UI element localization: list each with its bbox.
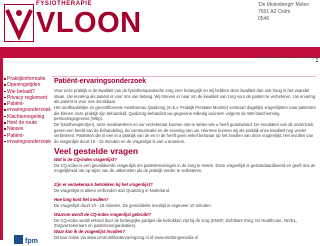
faq-heading: Veel gestelde vragen bbox=[54, 146, 139, 156]
faq-question: Waar kan ik de vragenlijst invullen? bbox=[54, 229, 125, 234]
page-title: Patiënt-ervaringsonderzoek bbox=[54, 78, 147, 85]
vloon-logo-icon bbox=[4, 4, 34, 42]
fpm-logo-text: fpm bbox=[25, 238, 38, 245]
faq-answer: Dit kan online via www.centrumklantervar… bbox=[54, 234, 198, 240]
faq-item: Waar kan ik de vragenlijst invullen? Dit… bbox=[54, 229, 316, 240]
faq-question: Wat is de CQ-index vragenlijst? bbox=[54, 157, 117, 162]
main-content: Patiënt-ervaringsonderzoek Voor onze pra… bbox=[52, 58, 316, 240]
content-divider bbox=[52, 76, 316, 77]
logo-title: VLOON bbox=[36, 7, 142, 39]
intro-paragraph: Voor onze praktijk is de kwaliteit van d… bbox=[54, 88, 316, 105]
faq-question: Waarom wordt de CQ-index vragenlijst geb… bbox=[54, 212, 152, 217]
faq-item: Wat is de CQ-index vragenlijst? De CQ-in… bbox=[54, 157, 316, 174]
sidebar-accent-stripe bbox=[0, 58, 3, 240]
faq-item: Hoe lang kost het invullen? De vragenlij… bbox=[54, 197, 316, 208]
sidebar-item-patient-ervaring-2-cont[interactable]: ervaringsonderzoek bbox=[4, 139, 51, 145]
site-header: FYSIOTHERAPIE VLOON 'De Molenbergh' Mole… bbox=[0, 0, 320, 47]
address-line: 7651 AZ Ootm bbox=[258, 9, 291, 15]
faq-question: Hoe lang kost het invullen? bbox=[54, 197, 109, 202]
faq-answer: De CQ-index is een gevalideerde vragenli… bbox=[54, 162, 316, 174]
address-line: 'De Molenbergh' Molen bbox=[258, 2, 310, 8]
faq-item: Waarom wordt de CQ-index vragenlijst geb… bbox=[54, 212, 316, 229]
practice-address: 'De Molenbergh' Molen 7651 AZ Ootm 0546 bbox=[258, 2, 320, 23]
fpm-partner-logo-icon: fpm bbox=[14, 235, 38, 245]
faq-answer: De CQ-index wordt erkend door de belangr… bbox=[54, 217, 298, 229]
intro-paragraph: De fysiotherapeut(en), onze medewerkers … bbox=[54, 122, 314, 144]
faq-answer: De vragenlijst duurt 10 - 15 minuten. De… bbox=[54, 202, 212, 208]
address-line: 0546 bbox=[258, 16, 270, 22]
sidebar: Praktijkinformatie Openingstijden Wie be… bbox=[0, 58, 51, 245]
faq-question: Zijn er verzekeraars betrokken bij het v… bbox=[54, 182, 153, 187]
faq-item: Zijn er verzekeraars betrokken bij het v… bbox=[54, 182, 316, 193]
intro-paragraph: Het onafhankelijke en gecertificeerde me… bbox=[54, 105, 316, 122]
sidebar-nav: Praktijkinformatie Openingstijden Wie be… bbox=[4, 76, 51, 145]
faq-answer: De vragenlijst is alleen verbonden aan Q… bbox=[54, 187, 171, 193]
